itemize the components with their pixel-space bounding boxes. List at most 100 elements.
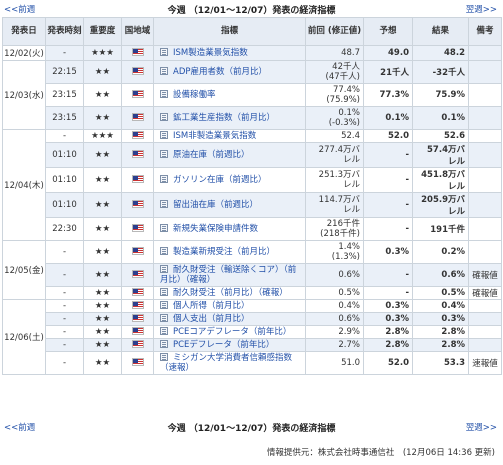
date-cell: 12/05(金): [2, 240, 46, 300]
result-value: 53.3: [444, 358, 465, 368]
chart-icon[interactable]: [160, 90, 168, 98]
chart-icon[interactable]: [160, 340, 168, 348]
indicator-link[interactable]: 個人支出（前月比）: [173, 314, 250, 324]
indicator-link[interactable]: 個人所得（前月比）: [173, 301, 250, 311]
indicator-link[interactable]: ISM製造業景気指数: [173, 48, 248, 58]
indicator-link[interactable]: 耐久財受注（前月比）（確報）: [173, 288, 288, 298]
header-result: 結果: [412, 17, 469, 46]
source-credit: 情報提供元：株式会社時事通信社 (12月06日 14:36 更新): [266, 448, 495, 458]
chart-icon[interactable]: [160, 327, 168, 335]
note-cell: [468, 129, 502, 143]
date-cell: 12/03(水): [2, 60, 46, 130]
country-cell: [121, 129, 154, 143]
result-value: 0.4%: [441, 301, 465, 311]
table-row: 12/06(土) - ★★ 個人所得（前月比） 0.4% 0.3% 0.4%: [2, 299, 502, 375]
forecast-cell: -: [363, 263, 413, 287]
result-value: 57.4万バ: [427, 145, 465, 155]
table-row: 12/03(水) 22:15 ★★ ADP雇用者数（前月比） 42千人 (47千人) 21千…: [2, 60, 502, 130]
chart-icon[interactable]: [160, 353, 168, 361]
result-value: 0.1%: [441, 113, 465, 123]
indicator-cell: 原油在庫（前週比）: [153, 142, 306, 168]
previous-cell: 51.0: [305, 351, 364, 375]
time-cell: -: [45, 45, 84, 61]
indicator-cell: PCEコアデフレータ（前年比）: [153, 325, 306, 339]
result-value: 451.8万バ: [421, 170, 465, 180]
previous-cell: 1.4% (1.3%): [305, 240, 364, 264]
note-cell: [468, 312, 502, 326]
previous-cell: 2.7%: [305, 338, 364, 352]
chart-icon[interactable]: [160, 288, 168, 296]
indicator-link[interactable]: 新規失業保険申請件数: [173, 224, 258, 234]
table-row: 12/02(火) - ★★★ ISM製造業景気指数 48.7 49.0 48.2: [2, 45, 502, 61]
previous-cell: 0.4%: [305, 299, 364, 313]
table-row: - ★★ 耐久財受注（輸送除くコア）（前月比）（確報） 0.6% -0.6% 確報値: [3, 263, 502, 287]
us-flag-icon: [131, 358, 144, 366]
bottom-nav: <<前週 今週 （12/01～12/07）発表の経済指標 翌週>>: [0, 418, 503, 435]
chart-icon[interactable]: [160, 200, 168, 208]
forecast-cell: 77.3%: [363, 83, 413, 107]
result-value: 2.8%: [441, 327, 465, 337]
table-header-row: 発表日 発表時刻 重要度 国地域 指標 前回 (修正値) 予想 結果 備考: [2, 17, 502, 46]
result-cell: 451.8万バ レル: [412, 167, 469, 193]
indicator-link[interactable]: 鉱工業生産指数（前月比）: [173, 113, 275, 123]
forecast-cell: 49.0: [363, 45, 413, 61]
note-cell: [468, 299, 502, 313]
indicator-link[interactable]: 留出油在庫（前週比）: [173, 200, 258, 210]
importance-stars: ★★: [83, 106, 122, 130]
result-cell: 75.9%: [412, 83, 469, 107]
previous-value: 0.6%: [338, 314, 360, 324]
importance-stars: ★★: [83, 192, 122, 218]
indicator-link[interactable]: ミシガン大学消費者信頼感指数（速報）: [160, 353, 292, 373]
chart-icon[interactable]: [160, 265, 168, 273]
note-cell: 速報値: [468, 351, 502, 375]
previous-value: 0.6%: [338, 270, 360, 280]
chart-icon[interactable]: [160, 314, 168, 322]
time-cell: -: [45, 351, 84, 375]
chart-icon[interactable]: [160, 113, 168, 121]
chart-icon[interactable]: [160, 224, 168, 232]
importance-stars: ★★: [83, 167, 122, 193]
result-value: 75.9%: [435, 90, 466, 100]
indicator-link[interactable]: ガソリン在庫（前週比）: [173, 175, 267, 185]
indicator-link[interactable]: ADP雇用者数（前月比）: [173, 67, 267, 77]
next-week-link[interactable]: 翌週>>: [466, 3, 497, 15]
importance-stars: ★★: [83, 286, 122, 300]
chart-icon[interactable]: [160, 301, 168, 309]
importance-stars: ★★: [83, 299, 122, 313]
indicator-cell: 個人所得（前月比）: [153, 299, 306, 313]
us-flag-icon: [131, 175, 144, 183]
indicator-link[interactable]: 製造業新規受注（前月比）: [173, 247, 275, 257]
top-nav: <<前週 今週 （12/01～12/07）発表の経済指標 翌週>>: [0, 0, 503, 17]
indicator-link[interactable]: PCEデフレータ（前年比）: [173, 340, 274, 350]
result-cell: -32千人: [412, 60, 469, 84]
indicator-link[interactable]: ISM非製造業景気指数: [173, 131, 256, 141]
chart-icon[interactable]: [160, 48, 168, 56]
chart-icon[interactable]: [160, 150, 168, 158]
chart-icon[interactable]: [160, 131, 168, 139]
previous-revised-value: (75.9%): [326, 95, 360, 105]
indicator-cell: ガソリン在庫（前週比）: [153, 167, 306, 193]
note-cell: [468, 60, 502, 84]
result-value: 0.3%: [441, 314, 465, 324]
indicator-link[interactable]: PCEコアデフレータ（前年比）: [173, 327, 291, 337]
chart-icon[interactable]: [160, 67, 168, 75]
next-week-link-bottom[interactable]: 翌週>>: [466, 421, 497, 433]
time-cell: 22:15: [45, 60, 84, 84]
indicator-link[interactable]: 原油在庫（前週比）: [173, 150, 250, 160]
result-value: 0.6%: [441, 270, 465, 280]
chart-icon[interactable]: [160, 175, 168, 183]
previous-cell: 42千人 (47千人): [305, 60, 364, 84]
note-cell: [468, 83, 502, 107]
date-cell: 12/02(火): [2, 45, 46, 61]
importance-stars: ★★: [83, 263, 122, 287]
indicator-cell: 製造業新規受注（前月比）: [153, 240, 306, 264]
indicator-link[interactable]: 耐久財受注（輸送除くコア）（前月比）（確報）: [160, 265, 296, 285]
note-cell: [468, 167, 502, 193]
forecast-cell: 52.0: [363, 351, 413, 375]
header-country: 国地域: [121, 17, 154, 46]
forecast-cell: 0.3%: [363, 299, 413, 313]
indicator-link[interactable]: 設備稼働率: [173, 90, 216, 100]
us-flag-icon: [131, 314, 144, 322]
chart-icon[interactable]: [160, 247, 168, 255]
result-cell: 57.4万バ レル: [412, 142, 469, 168]
